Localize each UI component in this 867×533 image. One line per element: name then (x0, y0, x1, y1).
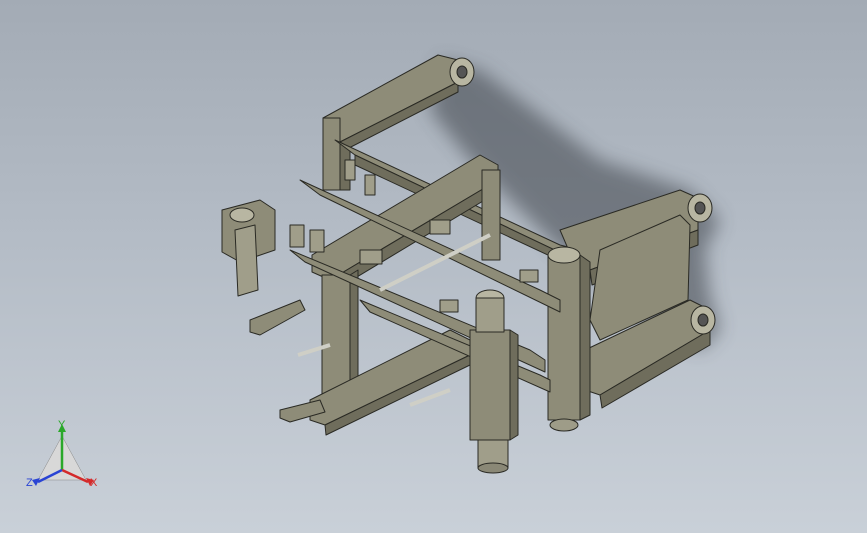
mid-right-post (481, 169, 501, 261)
y-axis-label: Y (58, 419, 66, 431)
graphics-viewport[interactable]: Y X Z (0, 0, 867, 533)
axis-triad: Y X Z (26, 419, 98, 489)
shaft-rod-3 (409, 388, 451, 407)
x-axis-label: X (90, 477, 98, 489)
3d-model-view[interactable] (0, 0, 867, 533)
z-axis-label: Z (26, 477, 33, 489)
left-lower-arm (249, 299, 306, 336)
right-column (547, 254, 581, 421)
back-post (322, 117, 341, 191)
front-cylinder-body (469, 329, 511, 441)
